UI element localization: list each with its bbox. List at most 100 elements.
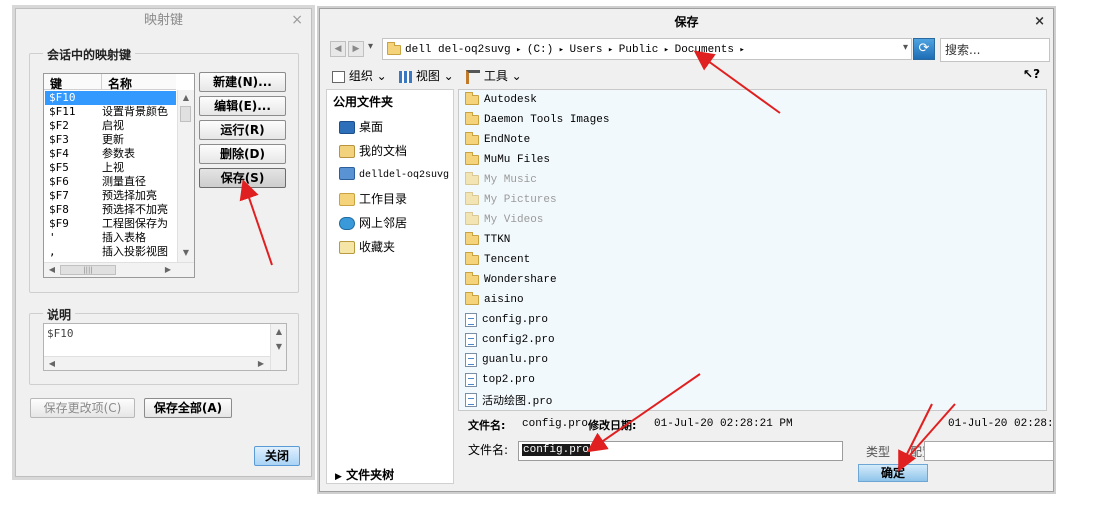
breadcrumb-separator-icon[interactable]: ▸ — [658, 45, 674, 55]
folder-item[interactable]: Wondershare — [465, 271, 557, 292]
mapkey-name: 预选择加亮 — [102, 189, 157, 202]
session-mapkeys-label: 会话中的映射键 — [43, 46, 136, 63]
delete-button[interactable]: 删除(D) — [199, 144, 286, 164]
folder-item[interactable]: TTKN — [465, 231, 510, 252]
scroll-right-icon[interactable]: ▶ — [161, 263, 175, 277]
new-button[interactable]: 新建(N)... — [199, 72, 286, 92]
close-icon[interactable]: × — [291, 12, 303, 28]
type-dropdown[interactable] — [924, 441, 1054, 461]
mapkey-row[interactable]: $F2 启视 — [45, 119, 176, 133]
breadcrumb-separator-icon[interactable]: ▸ — [734, 45, 744, 55]
network-icon — [339, 217, 355, 230]
file-item[interactable]: config.pro — [465, 312, 548, 332]
scroll-thumb[interactable] — [180, 106, 191, 122]
file-type-selector[interactable]: 类型 配置 — [858, 439, 1054, 463]
whats-this-icon[interactable]: ↖? — [1023, 67, 1040, 81]
forward-icon[interactable]: ▶ — [348, 41, 364, 57]
organize-menu[interactable]: 组织 ⌄ — [332, 67, 387, 84]
scroll-up-icon[interactable]: ▲ — [179, 91, 193, 105]
save-all-button[interactable]: 保存全部(A) — [144, 398, 232, 418]
edit-button[interactable]: 编辑(E)... — [199, 96, 286, 116]
breadcrumb-separator-icon[interactable]: ▸ — [553, 45, 569, 55]
mapkey-row[interactable]: $F8 预选择不加亮 — [45, 203, 176, 217]
mapkey-row[interactable]: $F5 上视 — [45, 161, 176, 175]
sidebar-item-label: 收藏夹 — [359, 240, 396, 254]
mapkey-row[interactable]: $F6 测量直径 — [45, 175, 176, 189]
mapkey-row[interactable]: $F3 更新 — [45, 133, 176, 147]
breadcrumb-item[interactable]: Users — [570, 44, 603, 56]
breadcrumb-item[interactable]: Documents — [675, 44, 734, 56]
file-item[interactable]: 活动绘图.pro — [465, 392, 552, 412]
run-button[interactable]: 运行(R) — [199, 120, 286, 140]
folder-item[interactable]: My Music — [465, 171, 537, 192]
save-button[interactable]: 保存(S) — [199, 168, 286, 188]
filename-input[interactable]: config.pro — [518, 441, 843, 461]
desc-hscrollbar[interactable]: ◀ ▶ — [44, 356, 270, 370]
breadcrumb: dell del-oq2suvg ▸ (C:) ▸ Users ▸ Public… — [405, 42, 745, 56]
desc-vscrollbar[interactable]: ▲ ▼ — [270, 324, 286, 370]
mapkey-name: 参数表 — [102, 147, 135, 160]
hscroll-thumb[interactable]: |||| — [60, 265, 116, 275]
scroll-up-icon[interactable]: ▲ — [272, 325, 286, 339]
views-menu[interactable]: 视图 ⌄ — [399, 67, 454, 84]
mapkey-row[interactable]: $F4 参数表 — [45, 147, 176, 161]
folder-item[interactable]: My Videos — [465, 211, 543, 232]
folder-item[interactable]: aisino — [465, 291, 524, 312]
scroll-right-icon[interactable]: ▶ — [254, 357, 268, 371]
scroll-down-icon[interactable]: ▼ — [272, 340, 286, 354]
sidebar-item-computer[interactable]: delldel-oq2suvg — [339, 166, 449, 184]
mapkey-row[interactable]: , 插入投影视图 — [45, 245, 176, 259]
refresh-icon[interactable]: ⟳ — [913, 38, 935, 60]
folder-item[interactable]: EndNote — [465, 131, 530, 152]
mapkey-row[interactable]: $F11 设置背景颜色 — [45, 105, 176, 119]
folder-item[interactable]: MuMu Files — [465, 151, 550, 172]
scroll-left-icon[interactable]: ◀ — [45, 263, 59, 277]
scroll-left-icon[interactable]: ◀ — [45, 357, 59, 371]
breadcrumb-item[interactable]: Public — [619, 44, 659, 56]
sidebar-item-network[interactable]: 网上邻居 — [339, 214, 407, 232]
folder-item[interactable]: My Pictures — [465, 191, 557, 212]
file-list[interactable]: Autodesk Daemon Tools Images EndNote MuMu F… — [458, 89, 1047, 411]
ok-button[interactable]: 确定 — [858, 464, 928, 482]
breadcrumb-item[interactable]: (C:) — [527, 44, 553, 56]
save-changes-button[interactable]: 保存更改项(C) — [30, 398, 135, 418]
folder-item[interactable]: Daemon Tools Images — [465, 111, 609, 132]
breadcrumb-item[interactable]: dell del-oq2suvg — [405, 44, 511, 56]
file-item[interactable]: guanlu.pro — [465, 352, 548, 372]
file-item[interactable]: top2.pro — [465, 372, 535, 392]
folder-item[interactable]: Autodesk — [465, 91, 537, 112]
folder-icon — [387, 42, 401, 55]
list-hscrollbar[interactable]: ◀ |||| ▶ — [44, 262, 194, 277]
file-item[interactable]: config2.pro — [465, 332, 555, 352]
address-bar[interactable]: dell del-oq2suvg ▸ (C:) ▸ Users ▸ Public… — [382, 38, 912, 60]
mapkey-list[interactable]: 键 名称 $F10 $F11 设置背景颜色 $F2 启视 $F3 更新 $F4 参数表 $F5 上视… — [43, 73, 195, 278]
scroll-down-icon[interactable]: ▼ — [179, 246, 193, 260]
folder-item[interactable]: Tencent — [465, 251, 530, 272]
close-icon[interactable]: × — [1034, 14, 1045, 29]
tools-menu[interactable]: 工具 ⌄ — [466, 67, 522, 84]
sidebar-item-working-dir[interactable]: 工作目录 — [339, 190, 407, 208]
list-vscrollbar[interactable]: ▲ ▼ — [177, 90, 194, 262]
column-name[interactable]: 名称 — [108, 75, 132, 92]
mapkey-name: 上视 — [102, 161, 124, 174]
back-icon[interactable]: ◀ — [330, 41, 346, 57]
info-name-value: config.pro — [522, 418, 589, 430]
address-dropdown-icon[interactable]: ▾ — [903, 42, 908, 53]
mapkey-row[interactable]: $F7 预选择加亮 — [45, 189, 176, 203]
mapkey-row[interactable]: ' 插入表格 — [45, 231, 176, 245]
working-directory-icon — [339, 193, 355, 206]
mapkey-row[interactable]: $F9 工程图保存为 — [45, 217, 176, 231]
history-dropdown-icon[interactable]: ▾ — [368, 41, 373, 52]
folder-tree-toggle[interactable]: ▶ 文件夹树 — [335, 466, 394, 483]
search-input[interactable]: 搜索... — [940, 38, 1050, 62]
breadcrumb-separator-icon[interactable]: ▸ — [603, 45, 619, 55]
close-button[interactable]: 关闭 — [254, 446, 300, 466]
organize-icon — [332, 70, 345, 83]
sidebar-item-favorites[interactable]: 收藏夹 — [339, 238, 395, 256]
column-key[interactable]: 键 — [50, 75, 62, 92]
breadcrumb-separator-icon[interactable]: ▸ — [511, 45, 527, 55]
sidebar-item-desktop[interactable]: 桌面 — [339, 118, 383, 136]
sidebar-item-my-documents[interactable]: 我的文档 — [339, 142, 407, 160]
mapkey-row[interactable]: $F10 — [45, 91, 176, 105]
mapkey-name: 启视 — [102, 119, 124, 132]
